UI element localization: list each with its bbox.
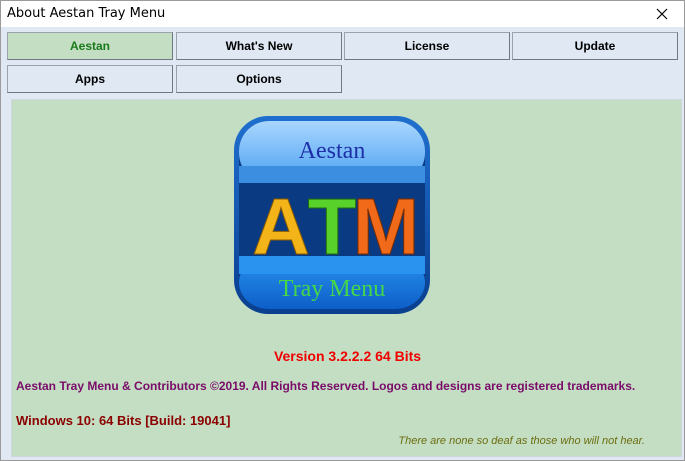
tab-aestan[interactable]: Aestan: [7, 32, 173, 60]
tab-license[interactable]: License: [344, 32, 510, 60]
os-info-text: Windows 10: 64 Bits [Build: 19041]: [16, 413, 231, 428]
logo-bottom-text: Tray Menu: [279, 276, 385, 302]
window-title: About Aestan Tray Menu: [7, 6, 166, 21]
tab-apps[interactable]: Apps: [7, 65, 173, 93]
close-button[interactable]: [640, 1, 684, 27]
tab-whats-new[interactable]: What's New: [176, 32, 342, 60]
about-window: About Aestan Tray Menu Aestan What's New…: [0, 0, 685, 461]
quote-text: There are none so deaf as those who will…: [398, 435, 645, 447]
about-panel: Aestan A T M Tray Menu Version 3.2.2.2 6…: [11, 99, 682, 457]
title-bar: About Aestan Tray Menu: [1, 1, 684, 27]
logo-letter-a: A: [252, 182, 310, 271]
logo-letter-m: M: [353, 182, 420, 271]
atm-logo: Aestan A T M Tray Menu: [234, 116, 430, 314]
tab-update[interactable]: Update: [512, 32, 678, 60]
close-icon: [656, 8, 668, 20]
copyright-text: Aestan Tray Menu & Contributors ©2019. A…: [16, 379, 636, 393]
tab-options[interactable]: Options: [176, 65, 342, 93]
logo-top-text: Aestan: [299, 138, 366, 164]
logo-letter-t: T: [308, 182, 357, 271]
version-text: Version 3.2.2.2 64 Bits: [273, 348, 422, 364]
